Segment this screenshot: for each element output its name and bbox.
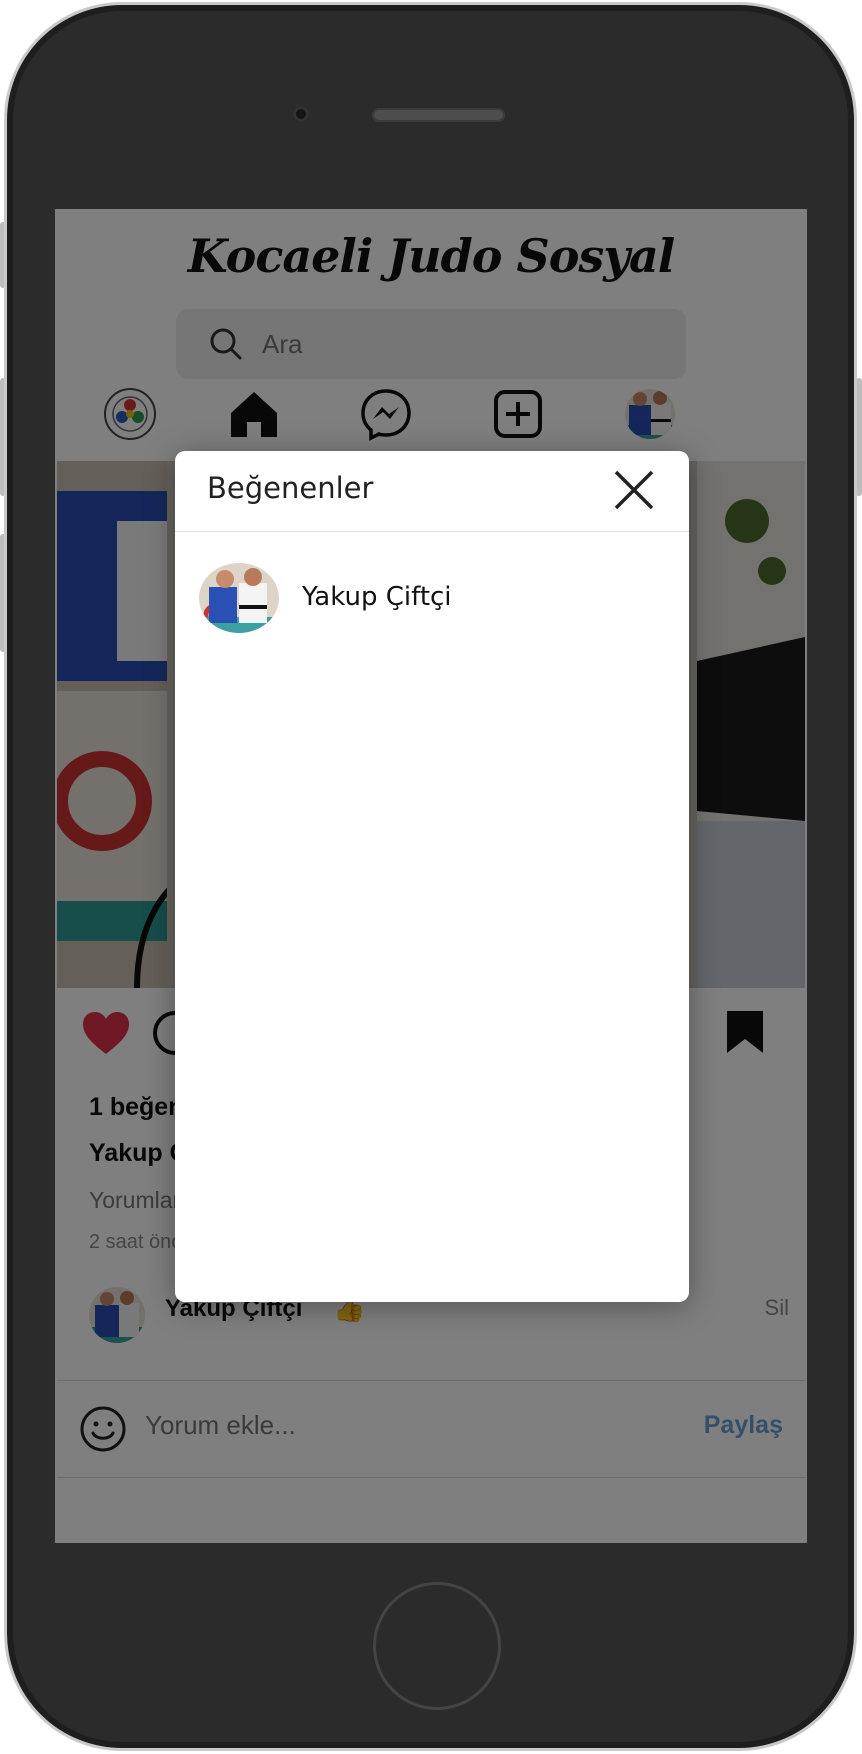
modal-title: Beğenenler (207, 471, 374, 505)
earpiece-speaker (372, 108, 505, 122)
app-screen: Kocaeli Judo Sosyal (55, 209, 807, 1543)
front-camera (293, 106, 309, 122)
likers-modal: Beğenenler Yakup Çiftçi (175, 451, 689, 1302)
liker-item[interactable]: Yakup Çiftçi (199, 563, 659, 633)
home-button (373, 1582, 501, 1710)
liker-name[interactable]: Yakup Çiftçi (302, 582, 452, 612)
close-icon[interactable] (611, 467, 657, 513)
liker-avatar[interactable] (199, 563, 279, 633)
modal-divider (175, 531, 689, 532)
